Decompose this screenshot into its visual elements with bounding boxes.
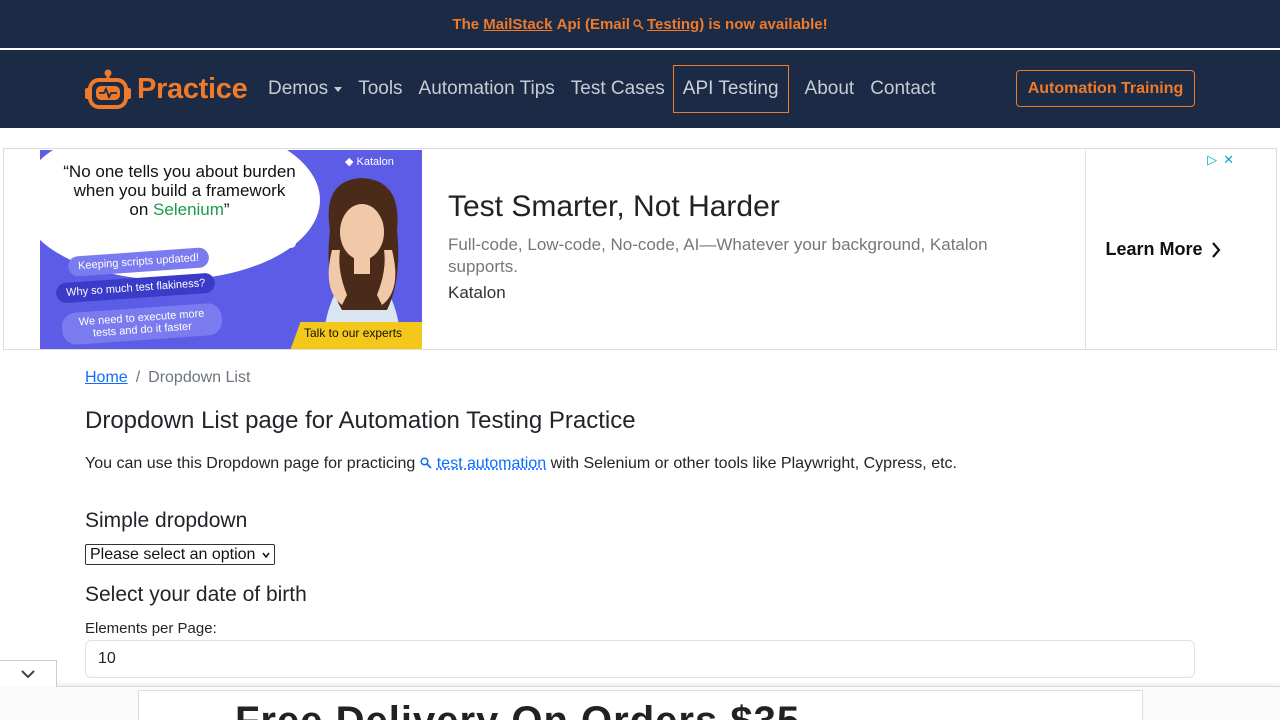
chevron-right-icon xyxy=(1211,242,1221,258)
testing-link[interactable]: Testing) xyxy=(647,16,704,33)
dob-heading: Select your date of birth xyxy=(85,583,307,607)
brand-name: Practice xyxy=(137,73,247,106)
ad-quote: “No one tells you about burden when you … xyxy=(62,162,297,219)
ad-advertiser: Katalon xyxy=(448,283,1085,303)
nav-item-contact[interactable]: Contact xyxy=(862,65,943,113)
ad-text-block[interactable]: Test Smarter, Not Harder Full-code, Low-… xyxy=(422,150,1085,349)
nav-item-label: Automation Tips xyxy=(419,78,555,100)
katalon-tag-text: Katalon xyxy=(357,156,394,168)
bubble-dot xyxy=(262,230,280,248)
elements-per-page-input[interactable]: 10 xyxy=(85,640,1195,678)
breadcrumb: Home / Dropdown List xyxy=(85,369,250,387)
simple-dropdown-select[interactable]: Please select an option xyxy=(85,544,275,565)
caret-down-icon xyxy=(334,87,342,92)
ad-quote-end: ” xyxy=(224,200,230,219)
bottom-ad[interactable]: Free Delivery On Orders $35 xyxy=(138,690,1143,720)
talk-to-experts-text: Talk to our experts xyxy=(304,326,402,340)
announcement-middle: Api (Email xyxy=(557,16,630,33)
nav-item-test-cases[interactable]: Test Cases xyxy=(563,65,673,113)
bubble-dot xyxy=(286,238,296,248)
chevron-down-icon xyxy=(262,551,270,559)
test-automation-link[interactable]: test automation xyxy=(437,455,546,472)
elements-per-page-label: Elements per Page: xyxy=(85,620,217,637)
nav-menu: Demos Tools Automation Tips Test Cases A… xyxy=(268,65,944,113)
ad-pill: We need to execute more tests and do it … xyxy=(61,302,223,345)
nav-item-label: Demos xyxy=(268,78,328,100)
ad-pill: Why so much test flakiness? xyxy=(55,272,215,303)
announcement-prefix: The xyxy=(452,16,479,33)
bottom-ad-text: Free Delivery On Orders $35 xyxy=(235,699,800,720)
nav-item-tools[interactable]: Tools xyxy=(350,65,410,113)
robot-logo-icon xyxy=(85,68,131,110)
breadcrumb-home-link[interactable]: Home xyxy=(85,369,128,387)
ad-image[interactable]: “No one tells you about burden when you … xyxy=(40,150,422,349)
intro-text-after: with Selenium or other tools like Playwr… xyxy=(551,455,957,472)
announcement-bar: The MailStack Api (Email Testing) is now… xyxy=(0,0,1280,48)
ad-quote-highlight: Selenium xyxy=(153,200,224,219)
brand-link[interactable]: Practice xyxy=(85,68,247,110)
search-icon xyxy=(633,19,644,30)
mailstack-link[interactable]: MailStack xyxy=(483,16,552,33)
nav-item-api-testing[interactable]: API Testing xyxy=(673,65,789,113)
katalon-ad[interactable]: “No one tells you about burden when you … xyxy=(40,150,1240,349)
breadcrumb-separator: / xyxy=(136,369,140,387)
nav-item-label: Contact xyxy=(870,78,935,100)
ad-choices-icon[interactable]: ▷ xyxy=(1207,152,1217,168)
nav-item-automation-tips[interactable]: Automation Tips xyxy=(411,65,563,113)
close-icon[interactable]: ✕ xyxy=(1223,152,1234,168)
ad-body: Full-code, Low-code, No-code, AI—Whateve… xyxy=(448,234,1048,278)
learn-more-button[interactable]: ▷ ✕ Learn More xyxy=(1085,150,1240,349)
nav-item-label: API Testing xyxy=(683,78,779,100)
main-navbar: Practice Demos Tools Automation Tips Tes… xyxy=(0,50,1280,128)
page-title: Dropdown List page for Automation Testin… xyxy=(85,407,636,435)
simple-dropdown-heading: Simple dropdown xyxy=(85,509,247,533)
nav-item-label: Test Cases xyxy=(571,78,665,100)
simple-dropdown-value: Please select an option xyxy=(90,546,255,564)
ad-headline: Test Smarter, Not Harder xyxy=(448,190,1085,224)
collapse-ad-button[interactable] xyxy=(0,660,57,687)
breadcrumb-current: Dropdown List xyxy=(148,369,250,387)
announcement-suffix: is now available! xyxy=(708,16,827,33)
learn-more-label: Learn More xyxy=(1105,239,1202,260)
automation-training-button[interactable]: Automation Training xyxy=(1016,70,1195,107)
search-icon xyxy=(420,457,432,469)
nav-item-label: Tools xyxy=(358,78,402,100)
ad-choices[interactable]: ▷ ✕ xyxy=(1207,152,1234,168)
chevron-down-icon xyxy=(20,669,36,679)
nav-item-demos[interactable]: Demos xyxy=(268,65,350,113)
nav-item-about[interactable]: About xyxy=(797,65,863,113)
intro-text-before: You can use this Dropdown page for pract… xyxy=(85,455,415,472)
elements-per-page-value: 10 xyxy=(98,650,116,668)
nav-item-label: About xyxy=(805,78,855,100)
katalon-tag: ◆ Katalon xyxy=(345,155,394,168)
intro-text: You can use this Dropdown page for pract… xyxy=(85,455,957,473)
